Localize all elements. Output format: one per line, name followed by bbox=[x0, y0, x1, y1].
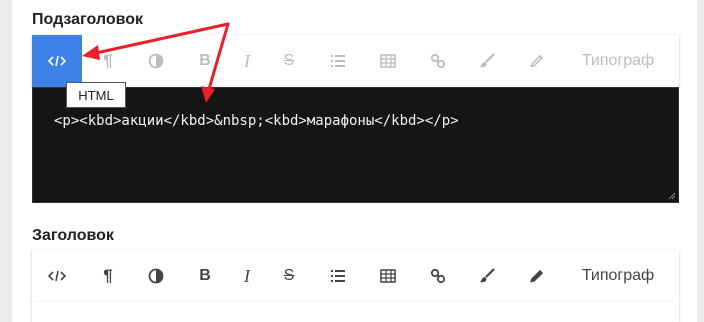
paragraph-button[interactable]: ¶ bbox=[83, 250, 133, 302]
table-icon bbox=[380, 269, 396, 283]
code-icon bbox=[48, 270, 66, 282]
brush-button[interactable] bbox=[462, 35, 512, 87]
contrast-button[interactable] bbox=[131, 250, 181, 302]
contrast-icon bbox=[148, 53, 164, 69]
strikethrough-icon: S bbox=[283, 52, 295, 69]
typograf-button[interactable]: Типограф bbox=[568, 35, 668, 87]
title-editor-body[interactable] bbox=[32, 302, 679, 322]
pencil-button[interactable] bbox=[512, 250, 562, 302]
italic-icon: I bbox=[244, 265, 250, 286]
list-icon bbox=[331, 55, 345, 67]
brush-button[interactable] bbox=[462, 250, 512, 302]
strikethrough-button[interactable]: S bbox=[264, 250, 314, 302]
strikethrough-button[interactable]: S bbox=[264, 35, 314, 87]
pencil-icon bbox=[530, 269, 544, 283]
paragraph-button[interactable]: ¶ bbox=[83, 35, 133, 87]
pilcrow-icon: ¶ bbox=[103, 266, 113, 285]
strikethrough-icon: S bbox=[283, 267, 295, 284]
resize-grip-icon[interactable] bbox=[666, 190, 676, 200]
bold-icon: B bbox=[199, 267, 211, 284]
pencil-button[interactable] bbox=[512, 35, 562, 87]
list-button[interactable] bbox=[313, 35, 363, 87]
table-button[interactable] bbox=[363, 35, 413, 87]
subtitle-editor-toolbar: ¶ B I S Типограф bbox=[32, 35, 679, 87]
html-mode-button[interactable] bbox=[32, 35, 82, 87]
contrast-button[interactable] bbox=[131, 35, 181, 87]
list-button[interactable] bbox=[313, 250, 363, 302]
html-source-editor[interactable]: <p><kbd>акции</kbd>&nbsp;<kbd>марафоны</… bbox=[32, 87, 679, 203]
link-button[interactable] bbox=[413, 250, 463, 302]
brush-icon bbox=[480, 53, 495, 68]
link-icon bbox=[430, 268, 446, 284]
html-source-text: <p><kbd>акции</kbd>&nbsp;<kbd>марафоны</… bbox=[54, 113, 459, 129]
html-mode-button[interactable] bbox=[32, 250, 82, 302]
title-label: Заголовок bbox=[32, 227, 114, 244]
italic-icon: I bbox=[244, 50, 250, 71]
table-button[interactable] bbox=[363, 250, 413, 302]
brush-icon bbox=[480, 268, 495, 283]
title-editor-toolbar: ¶ B I S Типограф bbox=[32, 250, 679, 302]
pilcrow-icon: ¶ bbox=[103, 51, 113, 70]
list-icon bbox=[331, 270, 345, 282]
link-button[interactable] bbox=[413, 35, 463, 87]
bold-icon: B bbox=[199, 52, 211, 69]
link-icon bbox=[430, 53, 446, 69]
table-icon bbox=[380, 54, 396, 68]
pencil-icon bbox=[530, 54, 544, 68]
contrast-icon bbox=[148, 268, 164, 284]
html-tooltip: HTML bbox=[66, 82, 126, 108]
typograf-button[interactable]: Типограф bbox=[568, 250, 668, 302]
subtitle-label: Подзаголовок bbox=[32, 11, 144, 28]
code-icon bbox=[48, 55, 66, 67]
